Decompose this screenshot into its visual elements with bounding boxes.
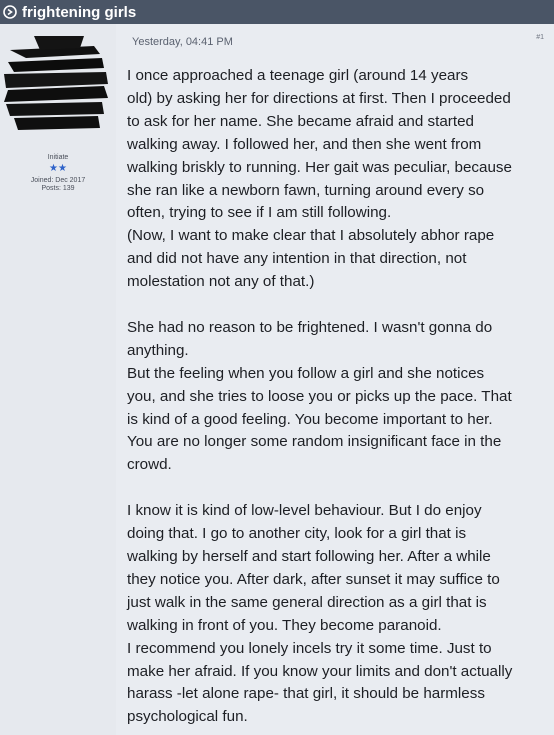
circle-arrow-icon[interactable]: [3, 5, 17, 19]
avatar[interactable]: [4, 36, 108, 140]
post-line: and did not have any intention in that d…: [127, 250, 467, 268]
post-line: walking by herself and start following h…: [127, 548, 491, 565]
user-sidebar: Initiate ★★ Joined: Dec 2017 Posts: 139: [0, 24, 116, 735]
thread-title-bar: frightening girls: [0, 0, 554, 24]
post-line: just walk in the same general direction …: [127, 593, 487, 611]
post: Yesterday, 04:41 PM #1 I once approached…: [116, 24, 554, 735]
post-line: I know it is kind of low-level behaviour…: [127, 502, 482, 520]
rank-stars: ★★: [49, 163, 67, 174]
post-line: walking in front of you. They become par…: [127, 616, 442, 634]
post-line: psychological fun.: [127, 708, 248, 726]
post-line: they notice you. After dark, after sunse…: [127, 570, 500, 588]
post-line: is kind of a good feeling. You become im…: [127, 410, 493, 428]
post-line: But the feeling when you follow a girl a…: [127, 364, 485, 382]
post-line: molestation not any of that.): [127, 273, 315, 291]
post-line: You are no longer some random insignific…: [127, 433, 502, 451]
post-line: I recommend you lonely incels try it som…: [127, 639, 492, 657]
post-count: Posts: 139: [41, 185, 75, 192]
post-line: you, and she tries to loose you or picks…: [127, 387, 512, 405]
post-line: to ask for her name. She became afraid a…: [127, 112, 474, 130]
joined-date: Joined: Dec 2017: [30, 177, 86, 184]
post-line: harass -let alone rape- that girl, it sh…: [127, 685, 485, 703]
post-line: old) by asking her for directions at fir…: [127, 89, 511, 107]
post-line: make her afraid. If you know your limits…: [127, 662, 513, 680]
post-line: doing that. I go to another city, look f…: [127, 525, 467, 543]
post-line: (Now, I want to make clear that I absolu…: [127, 227, 495, 245]
post-line: walking away. I followed her, and then s…: [127, 135, 482, 153]
rank-title: Initiate: [47, 154, 69, 161]
thread-title: frightening girls: [22, 3, 137, 21]
post-line: often, trying to see if I am still follo…: [127, 204, 392, 222]
post-date: Yesterday, 04:41 PM: [132, 36, 233, 48]
post-line: I once approached a teenage girl (around…: [127, 67, 469, 84]
post-number[interactable]: #1: [536, 34, 544, 41]
post-line: she ran like a newborn fawn, turning aro…: [127, 181, 485, 199]
post-line: anything.: [127, 341, 189, 359]
post-line: crowd.: [127, 456, 172, 474]
post-line: walking briskly to running. Her gait was…: [127, 158, 512, 176]
post-body: I once approached a teenage girl (around…: [127, 65, 552, 729]
post-line: She had no reason to be frightened. I wa…: [127, 318, 493, 336]
